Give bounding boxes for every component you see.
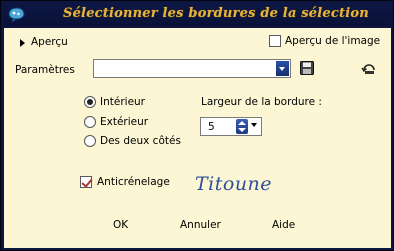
- cancel-button[interactable]: Annuler: [180, 219, 221, 231]
- help-button[interactable]: Aide: [272, 219, 295, 231]
- border-width-value[interactable]: 5: [208, 121, 215, 133]
- ok-button[interactable]: OK: [113, 219, 128, 231]
- preview-toggle-label[interactable]: Aperçu: [31, 36, 68, 48]
- parameters-label: Paramètres: [15, 64, 75, 76]
- image-preview-label[interactable]: Aperçu de l'image: [285, 35, 380, 47]
- image-preview-checkbox[interactable]: [269, 35, 281, 47]
- parameters-dropdown[interactable]: [93, 59, 291, 78]
- antialias-label[interactable]: Anticrénelage: [97, 176, 170, 188]
- antialias-checkbox[interactable]: [80, 176, 92, 188]
- chevron-down-icon[interactable]: [251, 123, 257, 127]
- radio-exterior-label[interactable]: Extérieur: [100, 116, 148, 128]
- spin-arrows-icon[interactable]: [236, 119, 248, 134]
- dialog-content: Aperçu Aperçu de l'image Paramètres Inté…: [4, 28, 391, 248]
- border-width-spinbox[interactable]: 5: [200, 117, 262, 136]
- border-width-label: Largeur de la bordure :: [201, 96, 322, 108]
- radio-exterior[interactable]: [84, 116, 96, 128]
- app-icon[interactable]: [8, 7, 25, 23]
- chevron-down-icon[interactable]: [276, 61, 289, 76]
- radio-both-sides[interactable]: [84, 135, 96, 147]
- title-bar[interactable]: Sélectionner les bordures de la sélectio…: [3, 3, 391, 26]
- save-icon[interactable]: [300, 61, 314, 75]
- reset-icon[interactable]: [361, 61, 377, 75]
- radio-interior-label[interactable]: Intérieur: [100, 96, 145, 108]
- dialog-window: Sélectionner les bordures de la sélectio…: [0, 0, 394, 251]
- radio-interior[interactable]: [84, 96, 96, 108]
- window-title: Sélectionner les bordures de la sélectio…: [63, 6, 369, 21]
- author-signature: Titoune: [195, 173, 273, 195]
- radio-both-sides-label[interactable]: Des deux côtés: [100, 135, 181, 147]
- expand-arrow-icon[interactable]: [20, 39, 25, 47]
